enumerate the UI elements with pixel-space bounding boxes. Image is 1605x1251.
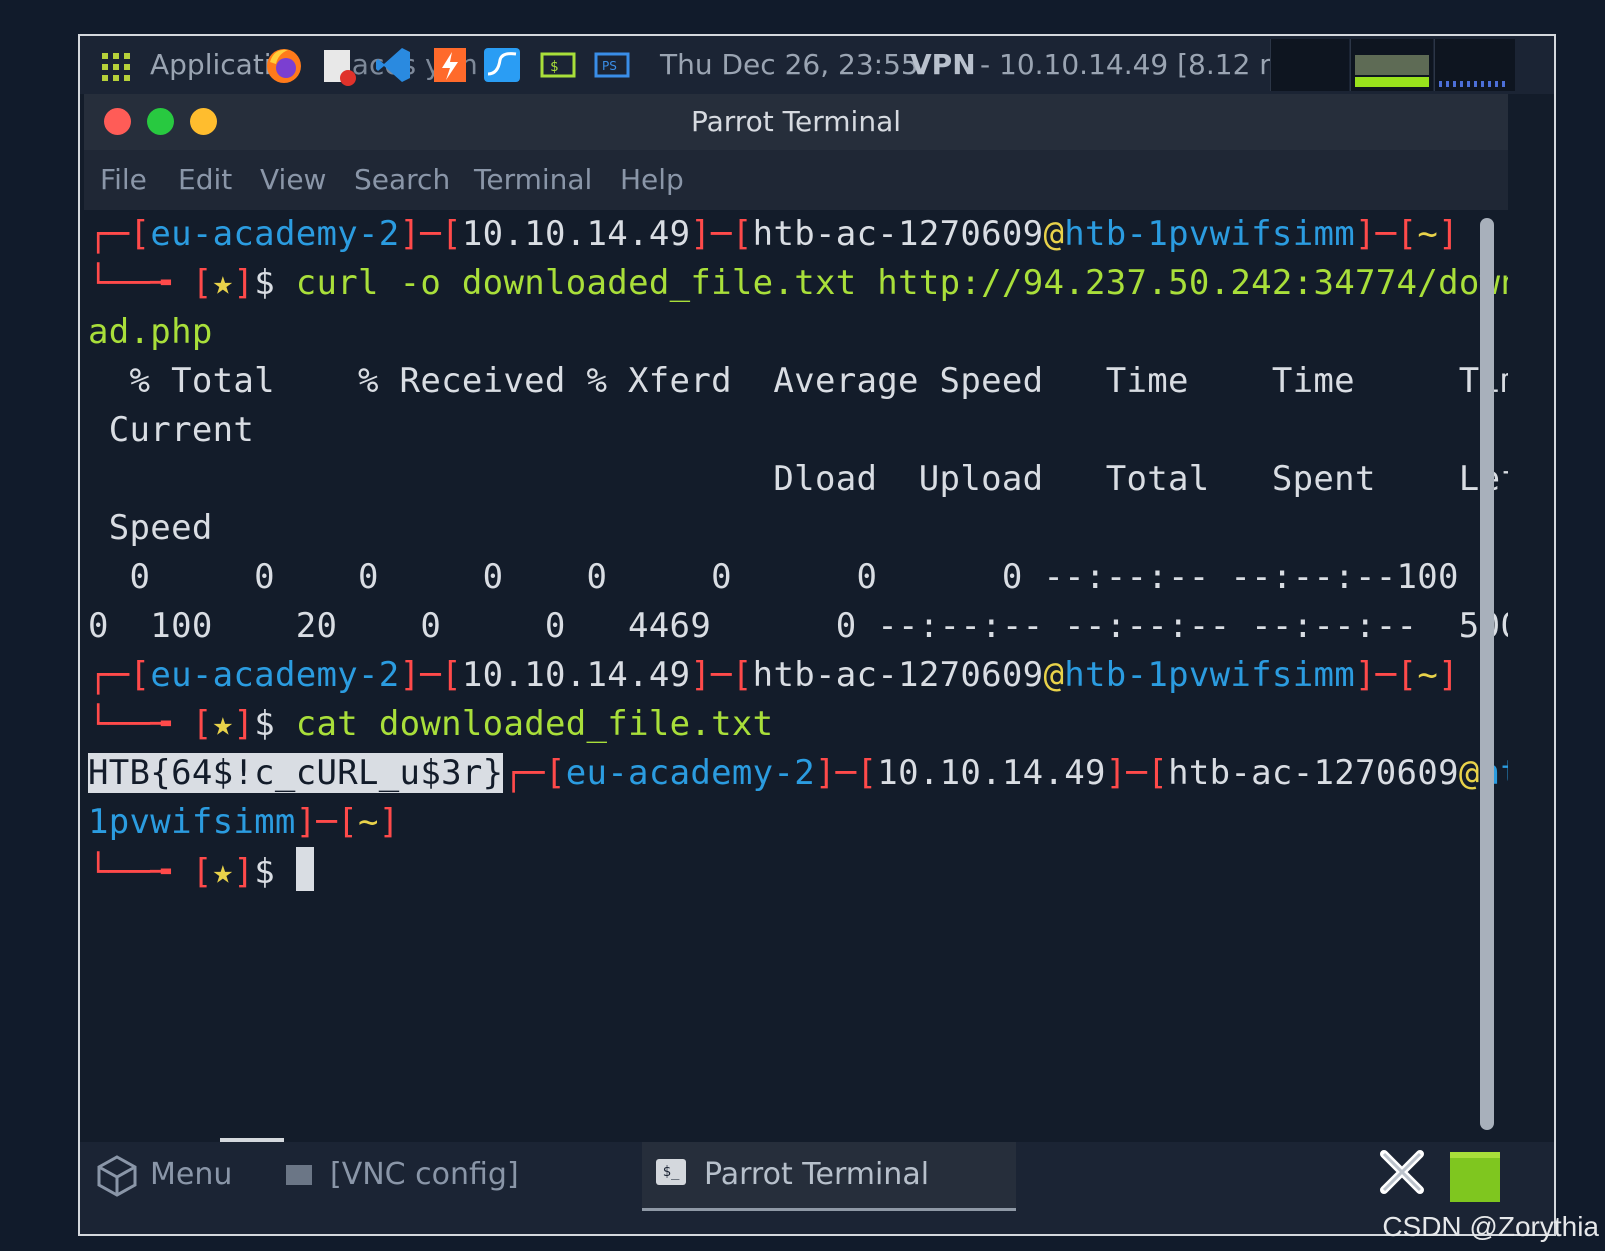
window-title: Parrot Terminal [690, 105, 902, 138]
wireshark-icon[interactable] [482, 44, 522, 86]
menu-search[interactable]: Search [354, 150, 450, 210]
clock[interactable]: Thu Dec 26, 23:55 [660, 36, 919, 94]
svg-text:$: $ [550, 59, 558, 75]
burpsuite-icon[interactable] [430, 44, 470, 86]
flag-text[interactable]: HTB{64$!c_cURL_u$3r} [88, 753, 504, 793]
window-icon [286, 1165, 312, 1185]
firefox-icon[interactable] [264, 44, 304, 86]
network-monitor [1434, 39, 1515, 91]
task-label: Parrot Terminal [704, 1157, 930, 1192]
vscode-icon[interactable] [374, 44, 414, 86]
command-line: └──╼ [★]$ curl -o downloaded_file.txt ht… [88, 263, 1508, 303]
applications-grid-icon[interactable] [102, 53, 130, 81]
vnc-config-task[interactable]: [VNC config] [330, 1142, 519, 1208]
text-cursor [295, 847, 314, 891]
prompt-line: ┌─[eu-academy-2]─[10.10.14.49]─[htb-ac-1… [88, 214, 1459, 254]
close-x-icon[interactable] [1376, 1146, 1428, 1204]
command-continuation: ad.php [88, 312, 213, 352]
file-manager-icon[interactable] [320, 44, 360, 86]
vpn-status: - 10.10.14.49 [8.12 ms] [980, 48, 1313, 81]
menu-edit[interactable]: Edit [178, 150, 232, 210]
menu-terminal[interactable]: Terminal [474, 150, 592, 210]
menu-help[interactable]: Help [620, 150, 684, 210]
menu-file[interactable]: File [100, 150, 147, 210]
menubar: File Edit View Search Terminal Help [84, 150, 1508, 210]
menu-button[interactable]: Menu [150, 1142, 232, 1208]
applications-menu[interactable]: Applicati [150, 36, 272, 94]
prompt-line: ┌─[eu-academy-2]─[10.10.14.49]─[htb-ac-1… [88, 655, 1459, 695]
command-line: └──╼ [★]$ cat downloaded_file.txt [88, 704, 774, 744]
memory-monitor [1350, 39, 1433, 91]
terminal-scrollbar[interactable] [1480, 218, 1494, 1130]
vnc-screen: Applicati laces y m $ PS Thu Dec 26, 23:… [78, 34, 1556, 1236]
bottom-panel: Menu [VNC config] $_ Parrot Terminal [80, 1138, 1554, 1234]
active-prompt[interactable]: └──╼ [★]$ [88, 847, 314, 896]
curl-progress-row: 0 100 20 0 0 4469 0 --:--:-- --:--:-- --… [88, 606, 1508, 646]
flag-output-line: HTB{64$!c_cURL_u$3r}┌─[eu-academy-2]─[10… [88, 753, 1508, 793]
workspace-switcher-icon[interactable] [1450, 1152, 1500, 1202]
terminal-launcher-icon[interactable]: $ [538, 44, 578, 86]
terminal-task-icon: $_ [656, 1159, 686, 1185]
svg-text:PS: PS [602, 59, 617, 73]
terminal-output[interactable]: ┌─[eu-academy-2]─[10.10.14.49]─[htb-ac-1… [84, 210, 1508, 1140]
curl-output-header: % Total % Received % Xferd Average Speed… [88, 361, 1508, 401]
cube-menu-icon[interactable] [96, 1154, 138, 1197]
cpu-monitor [1270, 39, 1349, 91]
watermark: CSDN @Zorythia [1382, 1211, 1599, 1242]
curl-progress-row: 0 0 0 0 0 0 0 0 --:--:-- --:--:--100 2 [88, 557, 1508, 597]
curl-output-header: Speed [88, 508, 213, 548]
menu-view[interactable]: View [260, 150, 326, 210]
curl-output-header: Current [88, 410, 255, 450]
top-panel: Applicati laces y m $ PS Thu Dec 26, 23:… [80, 36, 1554, 94]
powershell-icon[interactable]: PS [592, 44, 632, 86]
prompt-line-wrap: 1pvwifsimm]─[~] [88, 802, 400, 842]
vpn-label: VPN [910, 48, 976, 81]
curl-output-header: Dload Upload Total Spent Left [88, 459, 1508, 499]
parrot-terminal-task[interactable]: $_ Parrot Terminal [642, 1142, 1016, 1211]
window-titlebar[interactable]: Parrot Terminal [84, 94, 1508, 150]
